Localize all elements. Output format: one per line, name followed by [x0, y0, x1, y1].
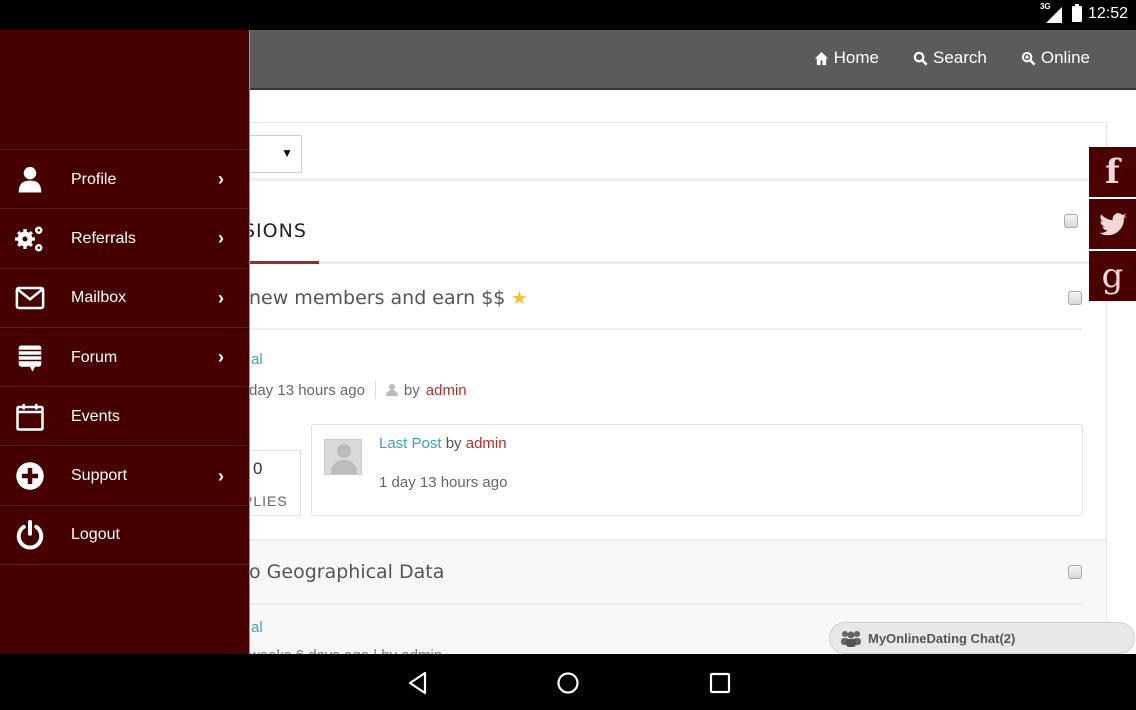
drawer-item-label: Profile: [71, 170, 117, 188]
clock: 12:52: [1087, 5, 1128, 22]
home-circle-icon: [557, 672, 579, 694]
plus-circle-icon: [14, 460, 46, 492]
calendar-icon: [14, 401, 46, 433]
topic-category-link[interactable]: al: [251, 619, 263, 636]
divider: [231, 328, 1082, 330]
zoom-plus-icon: [1021, 51, 1036, 65]
user-icon: [14, 164, 46, 196]
home-icon: [814, 51, 828, 65]
replies-count: 0: [253, 459, 263, 478]
recents-button[interactable]: [707, 670, 733, 696]
topic-time: day 13 hours ago: [249, 381, 365, 399]
section-title: SIONS: [243, 220, 307, 242]
facebook-share-button[interactable]: f: [1089, 147, 1136, 197]
chevron-right-icon: ›: [218, 228, 224, 249]
status-bar: 3G 12:52: [0, 0, 1136, 30]
power-icon: [14, 519, 46, 551]
avatar: [324, 439, 362, 475]
divider: [231, 603, 1082, 605]
caret-down-icon: ▼: [281, 146, 293, 160]
drawer-item-support[interactable]: Support ›: [0, 446, 249, 506]
google-icon: g: [1101, 256, 1124, 296]
screen: 3G 12:52 Home Search Online ▼ SIONS new …: [0, 0, 1136, 710]
facebook-icon: f: [1105, 152, 1120, 192]
drawer-item-events[interactable]: Events: [0, 387, 249, 447]
chevron-right-icon: ›: [218, 347, 224, 368]
drawer-item-label: Referrals: [71, 229, 136, 247]
nav-search-label: Search: [932, 48, 987, 67]
filter-row: ▼: [231, 123, 1106, 181]
forum-panel: ▼ SIONS new members and earn $$ ★ al day…: [230, 122, 1107, 654]
section-header: SIONS: [231, 184, 1106, 264]
topic-meta: weeks 6 days ago | by admin: [249, 647, 442, 654]
topic-title-text[interactable]: o Geographical Data: [249, 561, 444, 583]
drawer-item-label: Forum: [71, 348, 118, 366]
topic-title-text[interactable]: new members and earn $$: [249, 287, 505, 309]
topic-category-link[interactable]: al: [251, 351, 263, 368]
drawer-item-profile[interactable]: Profile ›: [0, 150, 249, 210]
topic-row: new members and earn $$ ★ al day 13 hour…: [231, 267, 1106, 539]
topic-checkbox[interactable]: [1068, 565, 1082, 579]
last-post-box: Last Post by admin 1 day 13 hours ago: [311, 424, 1083, 516]
last-post-time: 1 day 13 hours ago: [379, 474, 508, 491]
drawer-item-referrals[interactable]: Referrals ›: [0, 209, 249, 269]
nav-online-link[interactable]: Online: [1021, 48, 1090, 68]
battery-icon: [1071, 4, 1082, 22]
drawer-item-label: Mailbox: [71, 289, 127, 307]
signal-icon: 3G: [1040, 2, 1062, 23]
nav-home-label: Home: [833, 48, 879, 67]
recents-icon: [709, 672, 731, 694]
twitter-icon: [1098, 213, 1127, 236]
meta-separator: [374, 381, 376, 399]
chevron-right-icon: ›: [218, 287, 224, 308]
author-link[interactable]: admin: [426, 382, 467, 399]
select-all-checkbox[interactable]: [1064, 214, 1078, 228]
system-navigation-bar: [0, 654, 1136, 710]
drawer-item-label: Logout: [71, 526, 120, 544]
back-button[interactable]: [405, 670, 431, 696]
drawer-item-logout[interactable]: Logout: [0, 505, 249, 566]
by-label: by: [403, 381, 420, 399]
navigation-drawer: Profile › Referrals › Mailbox › Forum › …: [0, 30, 250, 654]
drawer-item-forum[interactable]: Forum ›: [0, 327, 249, 388]
envelope-icon: [14, 282, 46, 314]
star-icon: ★: [511, 287, 528, 309]
drawer-header: [0, 30, 249, 150]
google-share-button[interactable]: g: [1089, 251, 1136, 301]
chevron-right-icon: ›: [218, 169, 224, 190]
twitter-share-button[interactable]: [1089, 199, 1136, 249]
nav-search-link[interactable]: Search: [913, 48, 987, 68]
drawer-item-mailbox[interactable]: Mailbox ›: [0, 268, 249, 328]
last-post-link[interactable]: Last Post: [379, 435, 442, 452]
gears-icon: [14, 223, 46, 255]
chevron-right-icon: ›: [218, 465, 224, 486]
drawer-item-label: Events: [71, 407, 120, 425]
group-chat-icon: [841, 631, 861, 647]
chat-label: MyOnlineDating Chat(2): [868, 630, 1016, 646]
chat-bar[interactable]: MyOnlineDating Chat(2): [829, 622, 1135, 654]
topic-checkbox[interactable]: [1068, 291, 1082, 305]
topic-title[interactable]: o Geographical Data: [249, 561, 444, 583]
drawer-item-label: Support: [71, 467, 128, 485]
topic-title[interactable]: new members and earn $$ ★: [249, 287, 528, 309]
user-icon: [385, 384, 398, 396]
last-post-by: by: [445, 435, 462, 452]
topic-meta: day 13 hours ago by admin: [249, 381, 467, 399]
search-icon: [913, 51, 928, 65]
forum-icon: [14, 342, 46, 374]
nav-online-label: Online: [1040, 48, 1090, 67]
home-button[interactable]: [555, 670, 581, 696]
back-icon: [408, 671, 427, 695]
last-post-author-link[interactable]: admin: [466, 435, 507, 452]
nav-home-link[interactable]: Home: [814, 48, 879, 68]
